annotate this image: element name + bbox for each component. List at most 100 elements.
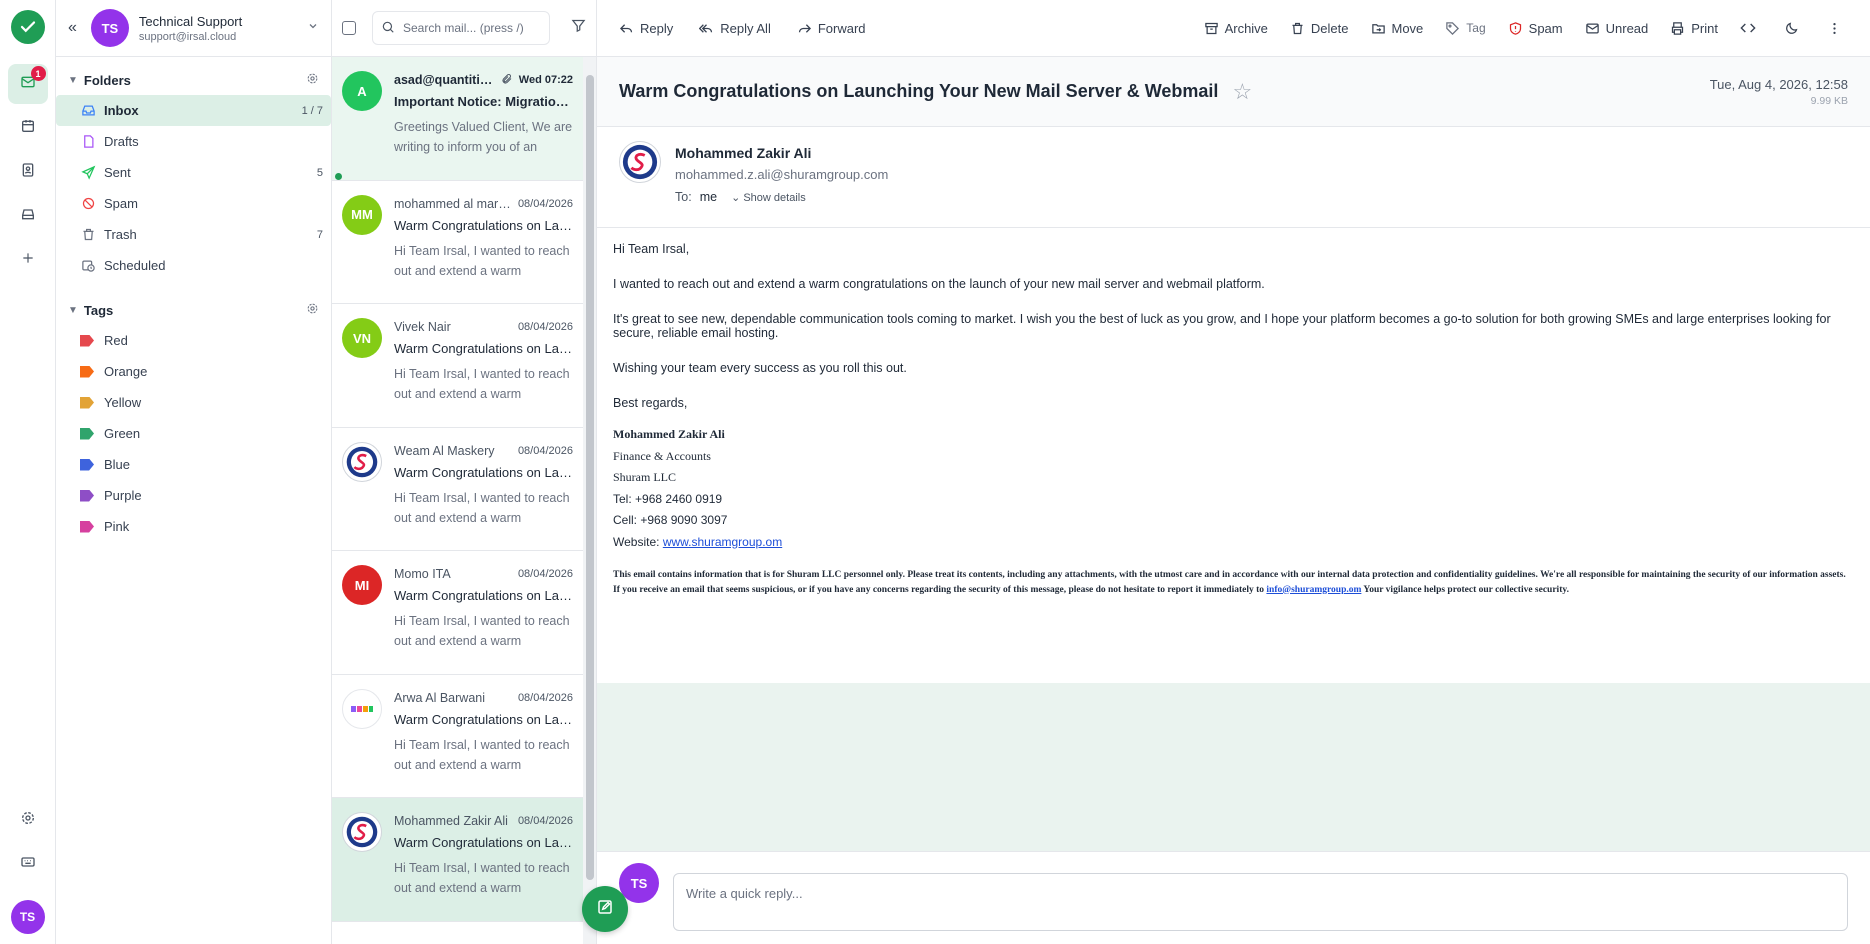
compose-button[interactable] [582, 886, 628, 932]
folder-count: 7 [316, 228, 323, 241]
email-size: 9.99 KB [1810, 94, 1848, 107]
folder-scheduled[interactable]: Scheduled [56, 250, 331, 281]
shield-alert-icon [1508, 21, 1523, 36]
chevron-down-icon[interactable] [307, 19, 319, 37]
message-item-selected[interactable]: Mohammed Zakir Ali 08/04/2026 Warm Congra… [332, 798, 583, 922]
app-rail: 1 TS [0, 0, 56, 944]
message-item[interactable]: Arwa Al Barwani 08/04/2026 Warm Congratul… [332, 675, 583, 798]
message-toolbar: Reply Reply All Forward Archive Delete M… [597, 0, 1870, 57]
website-link[interactable]: www.shuramgroup.om [663, 535, 782, 549]
view-source-button[interactable] [1740, 20, 1762, 36]
signature-name: Mohammed Zakir Ali [613, 427, 725, 441]
tags-title: Tags [83, 302, 114, 318]
message-subject: Warm Congratulations on Launching... [394, 588, 573, 603]
folder-move-icon [1371, 21, 1386, 36]
tag-label: Purple [104, 488, 142, 503]
forward-button[interactable]: Forward [797, 21, 866, 36]
folder-count: 1 / 7 [301, 104, 323, 117]
collapse-sidebar-icon[interactable]: « [68, 19, 77, 37]
show-details-button[interactable]: ⌄ Show details [731, 191, 806, 204]
reply-all-button[interactable]: Reply All [699, 21, 771, 36]
rail-storage-button[interactable] [8, 196, 48, 236]
rail-settings-button[interactable] [8, 800, 48, 840]
print-button[interactable]: Print [1670, 21, 1718, 36]
email-subject: Warm Congratulations on Launching Your N… [619, 81, 1219, 101]
tag-orange[interactable]: Orange [56, 356, 331, 387]
message-from: Weam Al Maskery [394, 443, 495, 458]
message-item[interactable]: A asad@quantitive.en... Wed 07:22 Importa… [332, 57, 583, 181]
rail-calendar-button[interactable] [8, 108, 48, 148]
contacts-icon [20, 162, 36, 183]
folder-label: Trash [104, 227, 137, 242]
message-subject: Warm Congratulations on Launching... [394, 835, 573, 850]
email-body: Hi Team Irsal, I wanted to reach out and… [597, 228, 1870, 683]
tag-pink[interactable]: Pink [56, 511, 331, 542]
rail-keyboard-button[interactable] [8, 844, 48, 884]
select-all-checkbox[interactable] [342, 21, 356, 35]
chevron-down-icon: ▼ [68, 304, 78, 316]
signature: Mohammed Zakir Ali Finance & Accounts Sh… [613, 424, 1854, 553]
user-avatar[interactable]: TS [10, 900, 45, 934]
star-icon[interactable]: ☆ [1232, 79, 1252, 105]
tag-yellow[interactable]: Yellow [56, 387, 331, 418]
search-input[interactable]: Search mail... (press /) [372, 11, 550, 45]
disclaimer-email-link[interactable]: info@shuramgroup.om [1266, 585, 1361, 595]
mark-unread-button[interactable]: Unread [1585, 21, 1648, 36]
reply-icon [619, 21, 634, 36]
quick-reply-input[interactable]: Write a quick reply... [673, 873, 1848, 931]
rail-contacts-button[interactable] [8, 152, 48, 192]
tag-blue[interactable]: Blue [56, 449, 331, 480]
message-item[interactable]: Weam Al Maskery 08/04/2026 Warm Congratul… [332, 428, 583, 551]
message-from: Arwa Al Barwani [394, 690, 486, 705]
tag-settings-icon[interactable] [306, 302, 319, 318]
search-placeholder: Search mail... (press /) [403, 21, 524, 35]
message-date: 08/04/2026 [517, 815, 573, 827]
tag-purple[interactable]: Purple [56, 480, 331, 511]
folder-inbox[interactable]: Inbox 1 / 7 [56, 95, 331, 126]
tags-header[interactable]: ▼ Tags [56, 295, 331, 325]
folder-trash[interactable]: Trash 7 [56, 219, 331, 250]
filter-icon[interactable] [571, 18, 586, 38]
quick-reply-bar: TS Write a quick reply... [597, 851, 1870, 944]
message-item[interactable]: VN Vivek Nair 08/04/2026 Warm Congratulat… [332, 304, 583, 428]
account-avatar: TS [90, 9, 129, 47]
message-preview: Hi Team Irsal, I wanted to reach out and… [394, 367, 570, 401]
tag-green[interactable]: Green [56, 418, 331, 449]
folder-label: Sent [104, 165, 131, 180]
company-logo-avatar [342, 688, 382, 729]
rail-add-button[interactable] [8, 240, 48, 280]
more-vertical-icon [1827, 21, 1842, 36]
folder-settings-icon[interactable] [306, 72, 319, 88]
message-from: Momo ITA [394, 567, 451, 581]
spam-button[interactable]: Spam [1508, 21, 1563, 36]
folder-label: Spam [104, 196, 138, 211]
disclaimer: This email contains information that is … [613, 570, 1846, 595]
message-item[interactable]: MM mohammed al marhoobi 08/04/2026 Warm C… [332, 181, 583, 304]
app-logo[interactable] [10, 10, 45, 44]
folder-drafts[interactable]: Drafts [56, 126, 331, 157]
tag-red[interactable]: Red [56, 325, 331, 356]
folders-header[interactable]: ▼ Folders [56, 65, 331, 95]
rail-mail-button[interactable]: 1 [7, 64, 48, 104]
dark-mode-button[interactable] [1784, 21, 1805, 36]
tag-label: Pink [104, 519, 130, 534]
move-button[interactable]: Move [1371, 21, 1423, 36]
sender-email: mohammed.z.ali@shuramgroup.com [675, 167, 889, 182]
mail-app: 1 TS « TS Technical Support support@irsa… [0, 0, 1870, 944]
folder-spam[interactable]: Spam [56, 188, 331, 219]
folder-sent[interactable]: Sent 5 [56, 157, 331, 188]
message-item[interactable]: MI Momo ITA 08/04/2026 Warm Congratulatio… [332, 551, 583, 675]
unread-badge: 1 [30, 66, 46, 81]
archive-button[interactable]: Archive [1204, 21, 1268, 36]
more-options-button[interactable] [1827, 21, 1848, 36]
folders-title: Folders [83, 72, 131, 88]
mail-icon [1585, 21, 1600, 36]
list-scrollbar[interactable] [586, 75, 594, 880]
reply-button[interactable]: Reply [619, 21, 673, 36]
account-switcher[interactable]: « TS Technical Support support@irsal.clo… [56, 0, 331, 57]
delete-button[interactable]: Delete [1290, 21, 1349, 36]
account-email: support@irsal.cloud [138, 30, 237, 43]
message-from: mohammed al marhoobi [394, 196, 512, 211]
tag-button[interactable]: Tag [1445, 21, 1486, 36]
attachment-icon [501, 73, 513, 88]
